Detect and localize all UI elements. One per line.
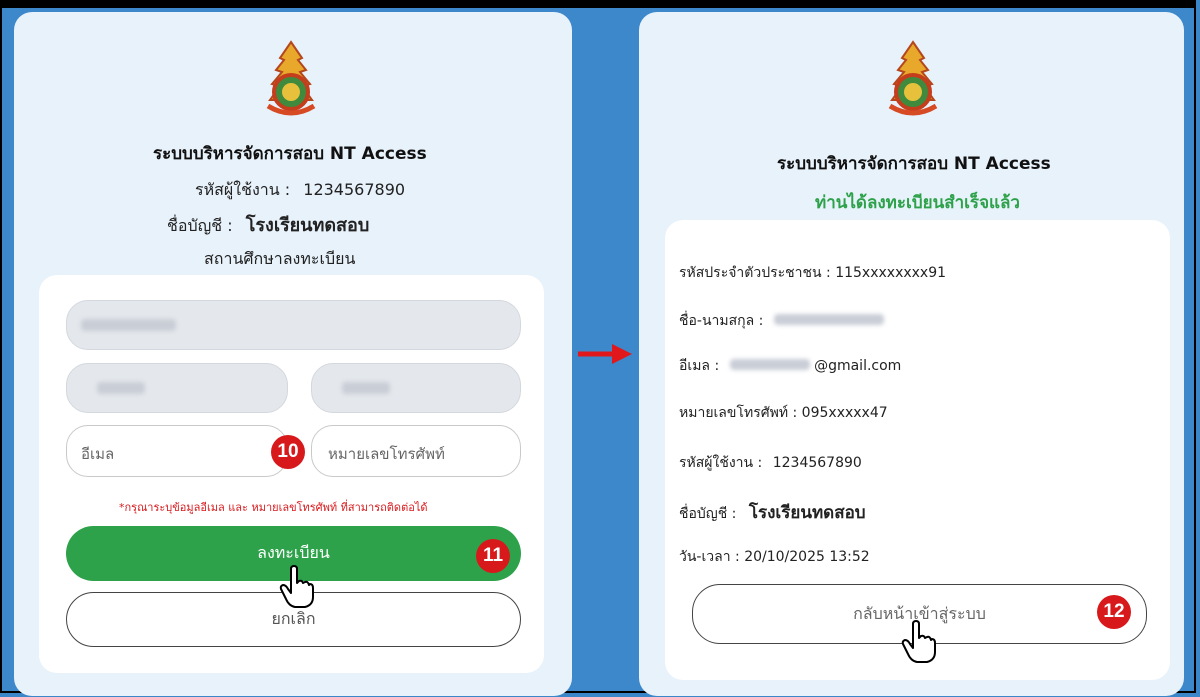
email-placeholder: อีเมล [81,445,115,463]
ministry-emblem-icon [888,40,938,116]
registration-details-card: รหัสประจำตัวประชาชน : 115xxxxxxxx91 ชื่อ… [665,220,1170,680]
step-badge-10: 10 [271,435,305,469]
username-row: รหัสผู้ใช้งาน : 1234567890 [195,178,405,203]
email-field[interactable]: อีเมล [66,425,288,477]
system-title: ระบบบริหารจัดการสอบ NT Access [153,144,427,164]
last-name-field[interactable] [311,363,521,413]
ministry-emblem-icon [266,40,316,116]
username-label: รหัสผู้ใช้งาน : [195,180,291,199]
section-label: สถานศึกษาลงทะเบียน [204,249,356,268]
system-title: ระบบบริหารจัดการสอบ NT Access [777,154,1051,174]
hand-cursor-icon [279,565,314,608]
school-name-field[interactable] [66,300,521,350]
email-row: อีเมล : @gmail.com [679,355,901,377]
full-name-label: ชื่อ-นามสกุล : [679,313,764,329]
email-suffix: @gmail.com [814,358,902,374]
success-message: ท่านได้ลงทะเบียนสำเร็จแล้ว [815,193,1020,213]
hand-cursor-icon [901,620,936,663]
account-row: ชื่อบัญชี : โรงเรียนทดสอบ [679,499,866,526]
blurred-name [773,314,884,325]
account-label: ชื่อบัญชี : [167,216,233,235]
account-value: โรงเรียนทดสอบ [245,215,370,236]
first-name-field[interactable] [66,363,288,413]
full-name-row: ชื่อ-นามสกุล : [679,310,884,332]
form-card: อีเมล หมายเลขโทรศัพท์ 10 *กรุณาระบุข้อมู… [39,275,544,673]
username-label: รหัสผู้ใช้งาน : [679,455,763,471]
contact-warning: *กรุณาระบุข้อมูลอีเมล และ หมายเลขโทรศัพท… [119,501,428,514]
username-value: 1234567890 [303,180,406,199]
blurred-value [342,382,390,394]
blurred-value [81,319,176,331]
register-button-label: ลงทะเบียน [257,543,330,562]
phone-field[interactable]: หมายเลขโทรศัพท์ [311,425,521,477]
account-label: ชื่อบัญชี : [679,506,737,522]
arrow-right-icon [578,344,632,364]
step-badge-11: 11 [476,539,510,573]
blurred-value [97,382,145,394]
phone-row: หมายเลขโทรศัพท์ : 095xxxxx47 [679,405,888,421]
registration-success-panel: ระบบบริหารจัดการสอบ NT Access ท่านได้ลงท… [639,12,1184,696]
username-row: รหัสผู้ใช้งาน : 1234567890 [679,452,862,474]
citizen-id-row: รหัสประจำตัวประชาชน : 115xxxxxxxx91 [679,265,947,281]
account-row: ชื่อบัญชี : โรงเรียนทดสอบ [167,210,369,239]
account-value: โรงเรียนทดสอบ [748,503,866,523]
registration-form-panel: ระบบบริหารจัดการสอบ NT Access รหัสผู้ใช้… [14,12,572,696]
username-value: 1234567890 [772,455,862,471]
phone-placeholder: หมายเลขโทรศัพท์ [328,445,445,463]
datetime-row: วัน-เวลา : 20/10/2025 13:52 [679,549,870,565]
blurred-email [729,359,810,370]
cancel-button-label: ยกเลิก [271,609,316,628]
email-label: อีเมล : [679,358,720,374]
step-badge-12: 12 [1097,595,1131,629]
